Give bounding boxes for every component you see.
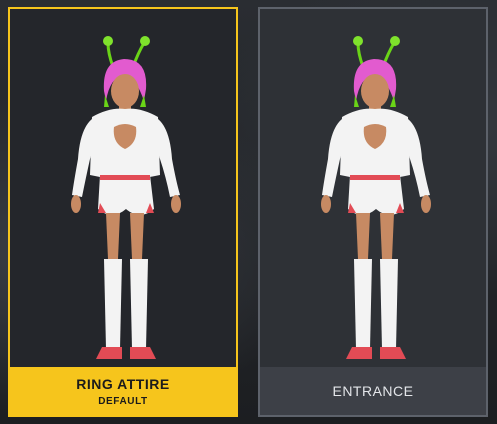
ring-attire-title: RING ATTIRE [76,375,170,392]
ring-attire-card[interactable]: RING ATTIRE DEFAULT [8,7,238,417]
ring-attire-subtitle: DEFAULT [98,395,148,407]
wrestler-figure-icon [260,9,486,369]
wrestler-figure-icon [10,9,236,369]
entrance-card[interactable]: ENTRANCE [258,7,488,417]
entrance-label-bar: ENTRANCE [260,367,486,415]
entrance-title: ENTRANCE [332,382,414,399]
ring-attire-label-bar: RING ATTIRE DEFAULT [10,367,236,415]
